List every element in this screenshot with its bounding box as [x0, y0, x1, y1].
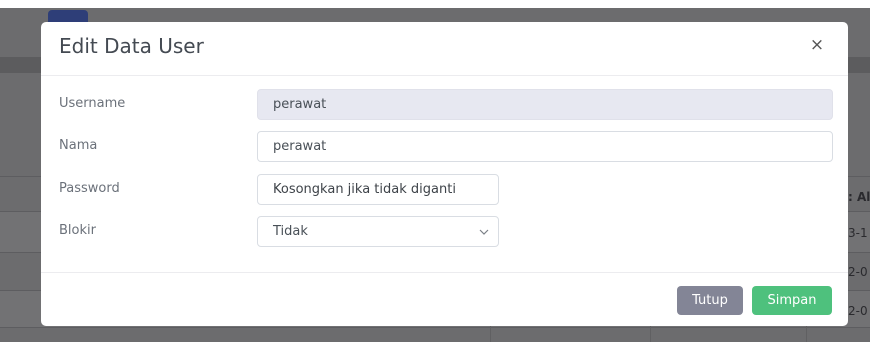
- password-label: Password: [59, 181, 120, 196]
- modal-body: Username perawat Nama perawat Password K…: [41, 77, 848, 272]
- blokir-row: Blokir Tidak: [41, 216, 848, 247]
- blokir-label: Blokir: [59, 223, 96, 238]
- blokir-select[interactable]: Tidak: [257, 216, 499, 247]
- nama-row: Nama perawat: [41, 131, 848, 162]
- background-topbar: [0, 0, 870, 8]
- save-button[interactable]: Simpan: [752, 286, 832, 315]
- nama-label: Nama: [59, 138, 98, 153]
- username-label: Username: [59, 96, 126, 111]
- password-field[interactable]: Kosongkan jika tidak diganti: [257, 174, 499, 205]
- close-icon[interactable]: ×: [808, 34, 826, 56]
- background-table-cell: 2-0: [848, 265, 868, 279]
- modal-footer: Tutup Simpan: [41, 272, 848, 326]
- nama-field[interactable]: perawat: [257, 131, 833, 162]
- username-row: Username perawat: [41, 89, 848, 120]
- blokir-selected-value: Tidak: [273, 224, 308, 239]
- close-button[interactable]: Tutup: [677, 286, 743, 315]
- background-table-cell: 2-0: [848, 304, 868, 318]
- background-table-header: : Al: [848, 190, 870, 204]
- modal-title: Edit Data User: [59, 34, 204, 58]
- password-row: Password Kosongkan jika tidak diganti: [41, 174, 848, 205]
- username-field[interactable]: perawat: [257, 89, 833, 120]
- background-table-cell: 3-1: [848, 226, 868, 240]
- edit-user-modal: Edit Data User × Username perawat Nama p…: [41, 22, 848, 326]
- modal-header: Edit Data User ×: [41, 22, 848, 76]
- chevron-down-icon: [479, 229, 489, 235]
- background-divider: [0, 327, 870, 328]
